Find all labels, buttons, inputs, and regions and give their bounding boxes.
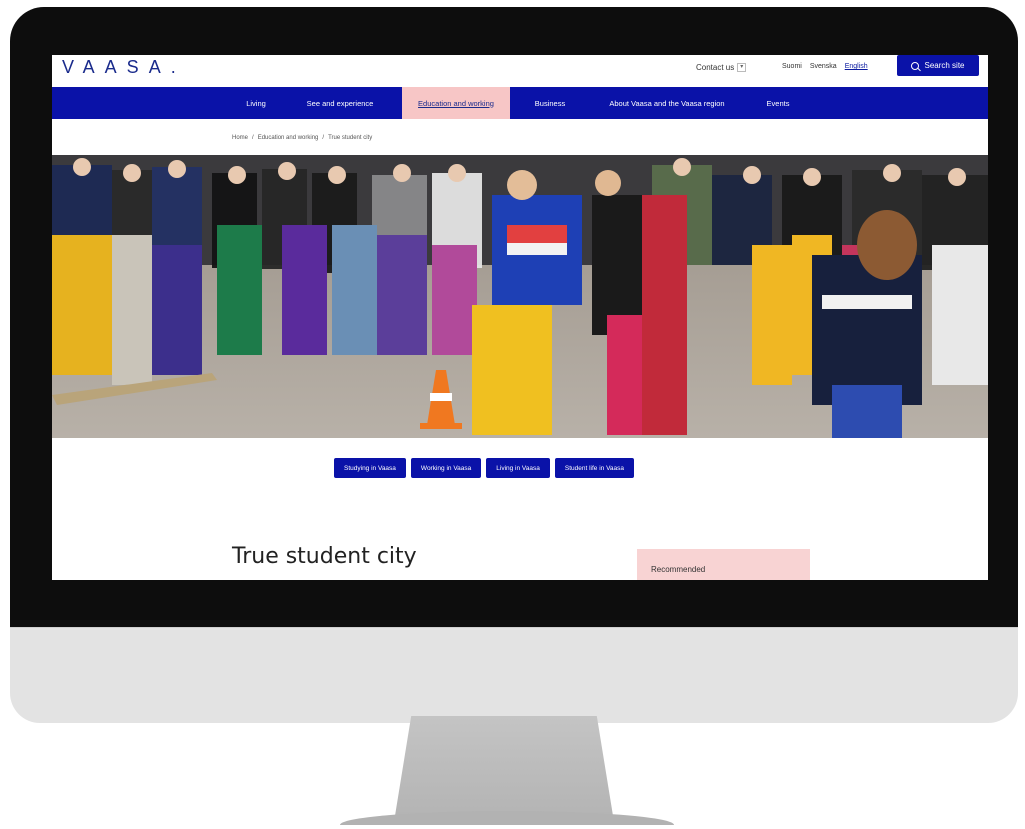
nav-item-about-vaasa[interactable]: About Vaasa and the Vaasa region (592, 87, 742, 119)
language-switcher: Suomi Svenska English (782, 63, 868, 70)
recommended-box: Recommended (637, 549, 810, 580)
section-subnav: Studying in Vaasa Working in Vaasa Livin… (334, 458, 635, 478)
chevron-down-icon: ▾ (737, 63, 747, 72)
site-logo[interactable]: VAASA. (62, 57, 186, 78)
breadcrumb-separator: / (252, 135, 254, 141)
contact-label: Contact us (696, 63, 735, 72)
hero-image (52, 155, 988, 438)
breadcrumb-current: True student city (328, 135, 373, 141)
nav-item-living[interactable]: Living (232, 87, 280, 119)
breadcrumb: Home / Education and working / True stud… (232, 135, 372, 141)
subnav-student-life-button[interactable]: Student life in Vaasa (554, 458, 635, 478)
nav-item-business[interactable]: Business (522, 87, 578, 119)
contact-dropdown[interactable]: Contact us ▾ (696, 63, 747, 72)
search-site-label: Search site (924, 61, 965, 70)
breadcrumb-education[interactable]: Education and working (258, 135, 319, 141)
nav-item-see-and-experience[interactable]: See and experience (292, 87, 388, 119)
recommended-label: Recommended (651, 565, 706, 574)
page-title: True student city (232, 544, 417, 569)
search-icon (911, 61, 920, 70)
subnav-working-button[interactable]: Working in Vaasa (410, 458, 482, 478)
main-navigation: Living See and experience Education and … (52, 87, 988, 119)
monitor-stand-base (340, 811, 674, 825)
language-link-english[interactable]: English (845, 63, 868, 70)
subnav-studying-button[interactable]: Studying in Vaasa (334, 458, 406, 478)
site-header: VAASA. Contact us ▾ Suomi Svenska Englis… (52, 55, 988, 87)
language-link-suomi[interactable]: Suomi (782, 63, 802, 70)
browser-screen: VAASA. Contact us ▾ Suomi Svenska Englis… (52, 55, 988, 580)
breadcrumb-home[interactable]: Home (232, 135, 248, 141)
hero-photo-illustration (52, 155, 988, 438)
search-site-button[interactable]: Search site (897, 55, 979, 76)
monitor-stand-neck (394, 716, 614, 816)
breadcrumb-separator: / (322, 135, 325, 141)
monitor-chin (10, 627, 1018, 723)
nav-item-education-and-working[interactable]: Education and working (402, 87, 510, 119)
nav-item-events[interactable]: Events (754, 87, 802, 119)
subnav-living-button[interactable]: Living in Vaasa (486, 458, 550, 478)
language-link-svenska[interactable]: Svenska (810, 63, 837, 70)
